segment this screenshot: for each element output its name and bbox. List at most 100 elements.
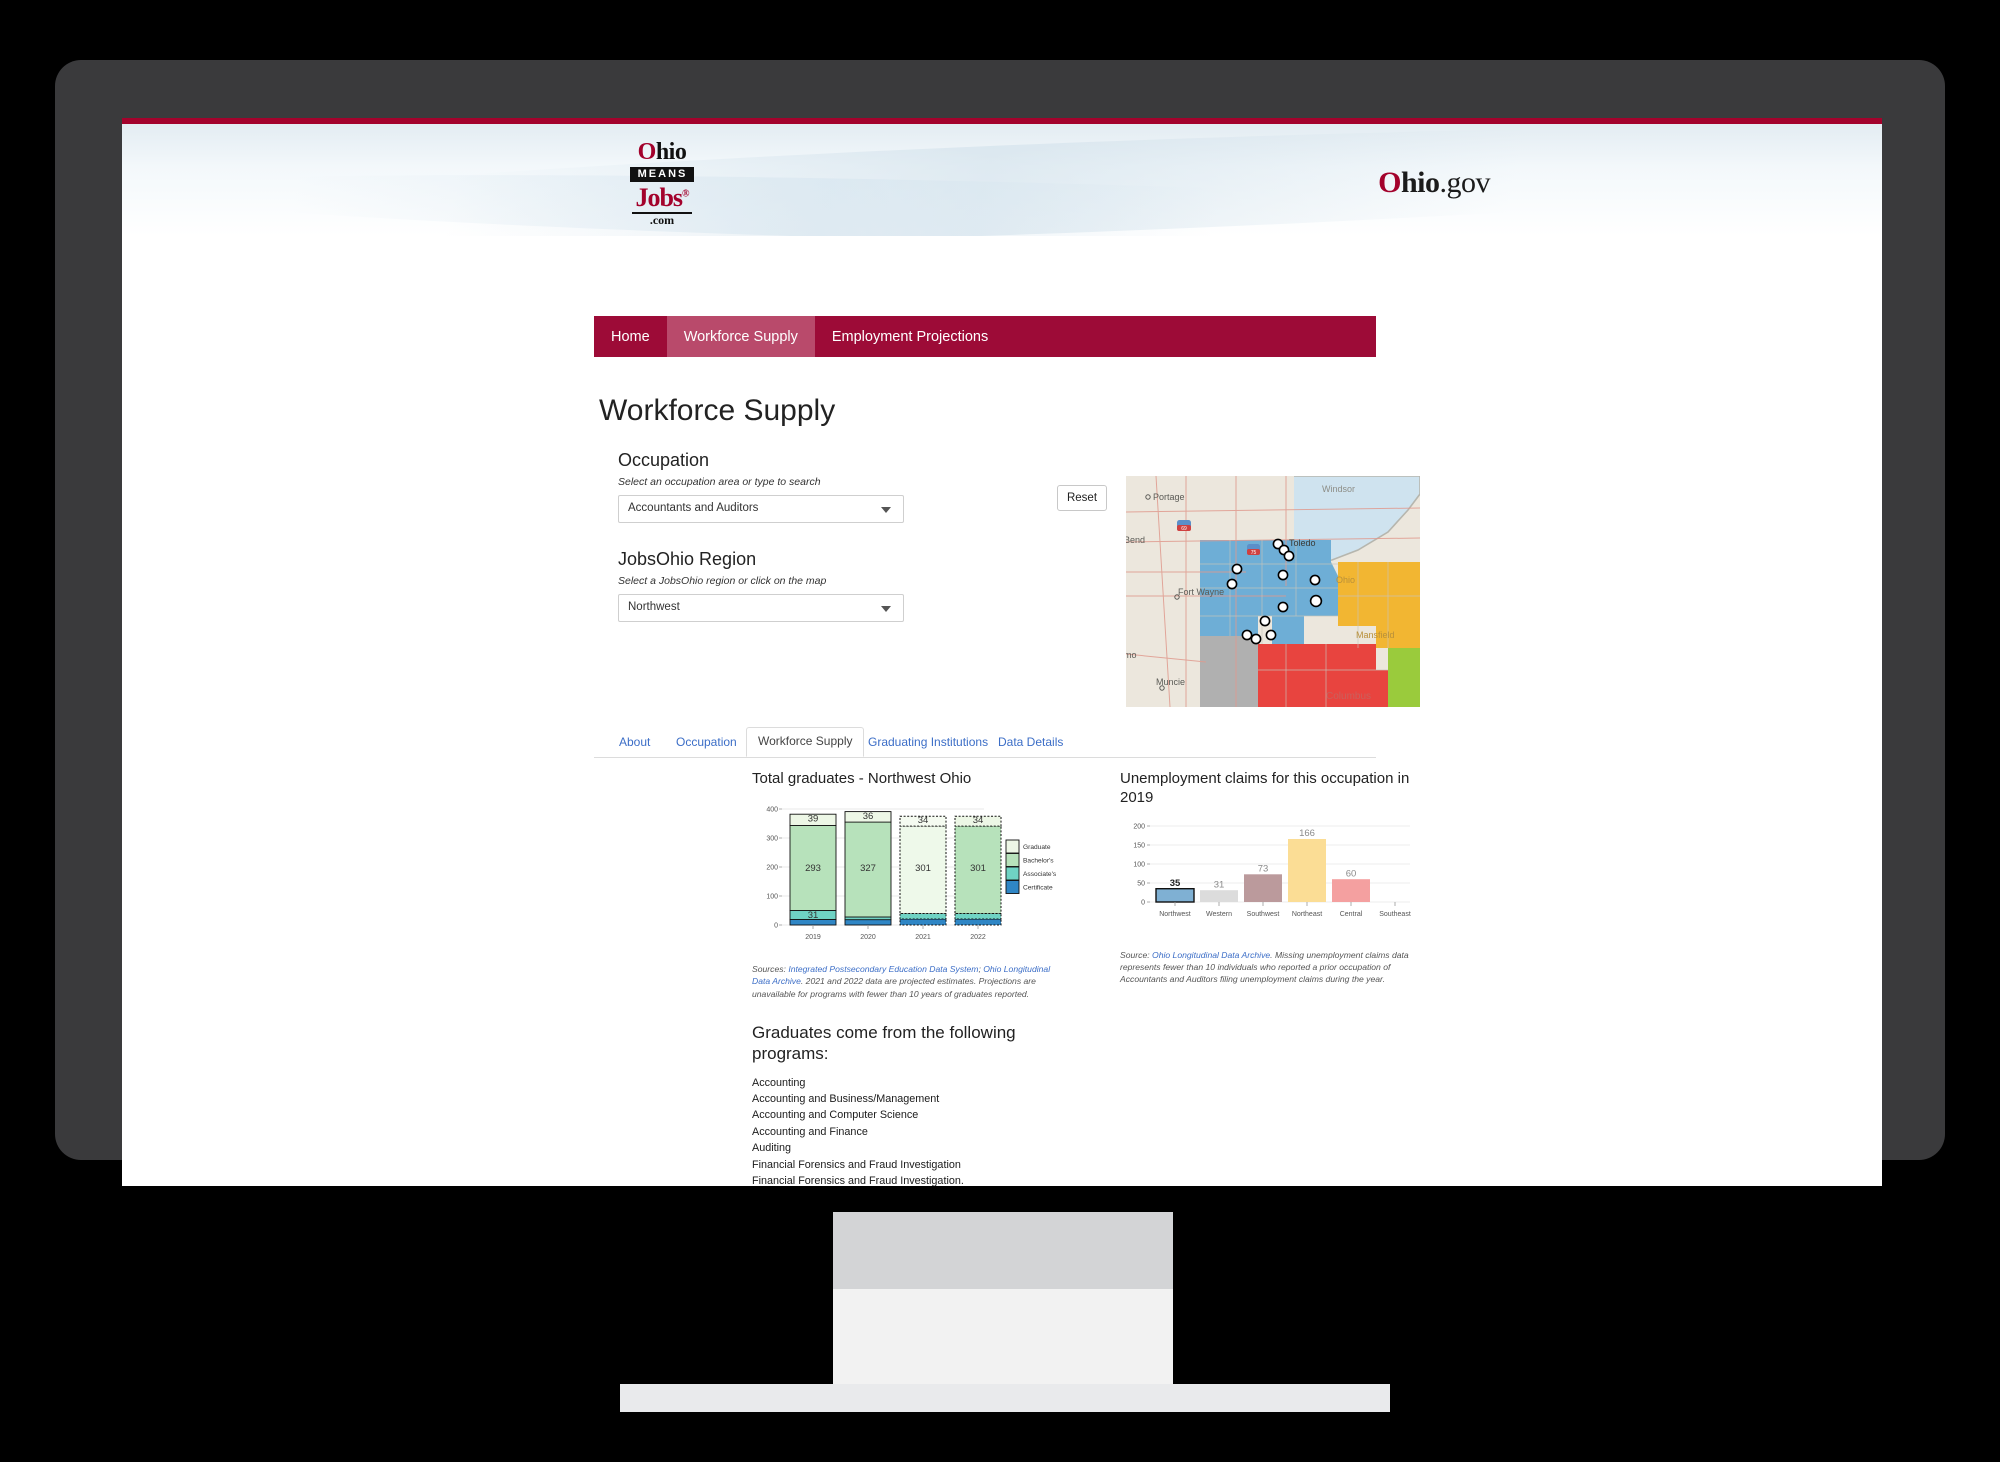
section-tabs: About Occupation Workforce Supply Gradua… <box>594 726 1376 758</box>
svg-text:69: 69 <box>1181 526 1187 532</box>
highway-shield-69: 69 <box>1177 520 1191 532</box>
svg-text:Portage: Portage <box>1153 492 1185 502</box>
bar-label-2019-bachelors: 293 <box>805 863 821 874</box>
total-graduates-panel: Total graduates - Northwest Ohio 400 300 … <box>752 770 1062 1186</box>
program-item: Accounting <box>752 1076 806 1089</box>
bar-southwest[interactable] <box>1244 873 1282 902</box>
nav-item-employment-projections[interactable]: Employment Projections <box>815 316 1005 357</box>
total-graduates-source-note: Sources: Integrated Postsecondary Educat… <box>752 963 1051 999</box>
bar-northeast[interactable] <box>1288 838 1326 902</box>
svg-text:100: 100 <box>1133 861 1145 868</box>
map-region-southeast[interactable] <box>1388 648 1420 707</box>
reset-button[interactable]: Reset <box>1057 485 1107 511</box>
bar-stack-2021[interactable]: 34 301 <box>899 815 947 926</box>
svg-text:Columbus: Columbus <box>1326 691 1371 702</box>
unemployment-claims-chart: 200150 10050 0 35 31 73 166 60 Northwest… <box>1133 823 1411 918</box>
svg-text:Central: Central <box>1340 911 1363 918</box>
bar-label-southwest: 73 <box>1258 863 1269 874</box>
bar-northwest[interactable] <box>1155 887 1195 903</box>
bar-western[interactable] <box>1200 889 1238 902</box>
svg-text:Ohio: Ohio <box>1336 575 1355 585</box>
svg-text:0: 0 <box>774 922 778 929</box>
unemployment-claims-title: Unemployment claims for this occupation … <box>1120 770 1410 806</box>
tab-about[interactable]: About <box>608 729 661 757</box>
bar-label-central: 60 <box>1346 868 1357 879</box>
svg-text:150: 150 <box>1133 842 1145 849</box>
bar-stack-2020[interactable]: 36 327 <box>844 811 892 926</box>
bar-label-northeast: 166 <box>1299 828 1315 839</box>
svg-text:Southeast: Southeast <box>1379 911 1411 918</box>
chart-x-tick-labels: 2019 2020 2021 2022 <box>805 934 986 941</box>
tab-workforce-supply[interactable]: Workforce Supply <box>746 727 865 757</box>
svg-text:2022: 2022 <box>970 934 986 941</box>
bar-label-2019-graduate: 39 <box>808 813 819 824</box>
svg-text:2019: 2019 <box>805 934 821 941</box>
svg-text:mo: mo <box>1126 650 1137 660</box>
legend-label-graduate: Graduate <box>1023 844 1051 851</box>
legend-label-certificate: Certificate <box>1023 884 1053 891</box>
tab-graduating-institutions[interactable]: Graduating Institutions <box>857 729 999 757</box>
svg-text:Fort Wayne: Fort Wayne <box>1178 587 1224 597</box>
occupation-label: Occupation <box>618 450 710 470</box>
bar-label-2021-graduate: 34 <box>918 815 929 826</box>
unemployment-claims-source-note: Source: Ohio Longitudinal Data Archive. … <box>1120 949 1409 985</box>
chart-x-tick-labels: Northwest Western Southwest Northeast Ce… <box>1159 911 1411 918</box>
monitor-stand-base <box>620 1384 1390 1412</box>
ohio-gov-logo[interactable]: Ohio.gov <box>1378 166 1490 200</box>
ohiomeansjobs-logo[interactable]: Ohio MEANS Jobs® .com <box>602 140 722 226</box>
logo-jobs: Jobs® <box>635 183 689 212</box>
page-title: Workforce Supply <box>599 394 836 427</box>
highway-shield-75: 75 <box>1247 544 1260 556</box>
svg-text:300: 300 <box>766 835 778 842</box>
bar-label-northwest: 35 <box>1170 878 1181 889</box>
legend-label-bachelors: Bachelor's <box>1023 857 1054 864</box>
program-item: Auditing <box>752 1142 792 1155</box>
occupation-hint: Select an occupation area or type to sea… <box>618 476 821 488</box>
bar-label-2022-graduate: 34 <box>973 815 984 826</box>
program-item: Accounting and Business/Management <box>752 1093 940 1106</box>
primary-nav: Home Workforce Supply Employment Project… <box>594 316 1376 357</box>
source-link-ipeds[interactable]: Integrated Postsecondary Education Data … <box>788 964 978 974</box>
graduates-programs-list: Accounting Accounting and Business/Manag… <box>752 1075 1062 1186</box>
jobsohio-region-map[interactable]: 69 75 Portage Windsor Bend Toledo Fort W… <box>1126 476 1420 707</box>
occupation-select[interactable]: Accountants and Auditors <box>618 495 904 523</box>
svg-text:Bend: Bend <box>1126 535 1145 545</box>
graduates-programs-heading: Graduates come from the following progra… <box>752 1023 1016 1064</box>
logo-line-ohio: Ohio <box>637 139 687 165</box>
tab-data-details[interactable]: Data Details <box>987 729 1074 757</box>
program-item: Financial Forensics and Fraud Investigat… <box>752 1158 961 1171</box>
map-svg: 69 75 Portage Windsor Bend Toledo Fort W… <box>1126 476 1420 707</box>
screen: Ohio MEANS Jobs® .com Ohio.gov Home Work… <box>122 118 1882 1186</box>
total-graduates-chart: 400300 200100 0 39 293 31 36 327 34 301 … <box>766 806 1057 941</box>
svg-text:Toledo: Toledo <box>1289 538 1316 548</box>
svg-text:0: 0 <box>1141 899 1145 906</box>
region-select[interactable]: Northwest <box>618 594 904 622</box>
svg-text:Windsor: Windsor <box>1322 484 1355 494</box>
svg-text:200: 200 <box>766 864 778 871</box>
bar-stack-2022[interactable]: 34 301 <box>954 815 1002 926</box>
chart-x-ticks <box>812 924 979 929</box>
bar-label-2021-bachelors: 301 <box>915 863 931 874</box>
svg-text:Southwest: Southwest <box>1247 911 1280 918</box>
bar-label-2020-bachelors: 327 <box>860 863 876 874</box>
ohiogov-o-glyph: O <box>1378 166 1401 199</box>
svg-text:Muncie: Muncie <box>1156 677 1185 687</box>
svg-text:2020: 2020 <box>860 934 876 941</box>
bar-label-western: 31 <box>1214 879 1225 890</box>
bar-label-2019-associates: 31 <box>808 910 819 921</box>
logo-means-badge: MEANS <box>629 167 695 182</box>
chevron-down-icon <box>881 606 891 612</box>
svg-text:Northeast: Northeast <box>1292 911 1322 918</box>
source-link-olda-right[interactable]: Ohio Longitudinal Data Archive <box>1152 950 1270 960</box>
total-graduates-title: Total graduates - Northwest Ohio <box>752 770 972 787</box>
chart-y-tick-labels: 400 300 200 100 0 <box>766 806 778 929</box>
bar-central[interactable] <box>1332 878 1370 902</box>
tab-occupation[interactable]: Occupation <box>665 729 748 757</box>
nav-item-home[interactable]: Home <box>594 316 667 357</box>
program-item: Financial Forensics and Fraud Investigat… <box>752 1175 964 1186</box>
svg-text:Mansfield: Mansfield <box>1356 630 1395 640</box>
region-select-value: Northwest <box>628 601 680 613</box>
nav-item-workforce-supply[interactable]: Workforce Supply <box>666 316 815 357</box>
bar-stack-2019[interactable]: 39 293 31 <box>789 813 837 926</box>
chart-legend: Graduate Bachelor's Associate's Certific… <box>1005 839 1057 894</box>
